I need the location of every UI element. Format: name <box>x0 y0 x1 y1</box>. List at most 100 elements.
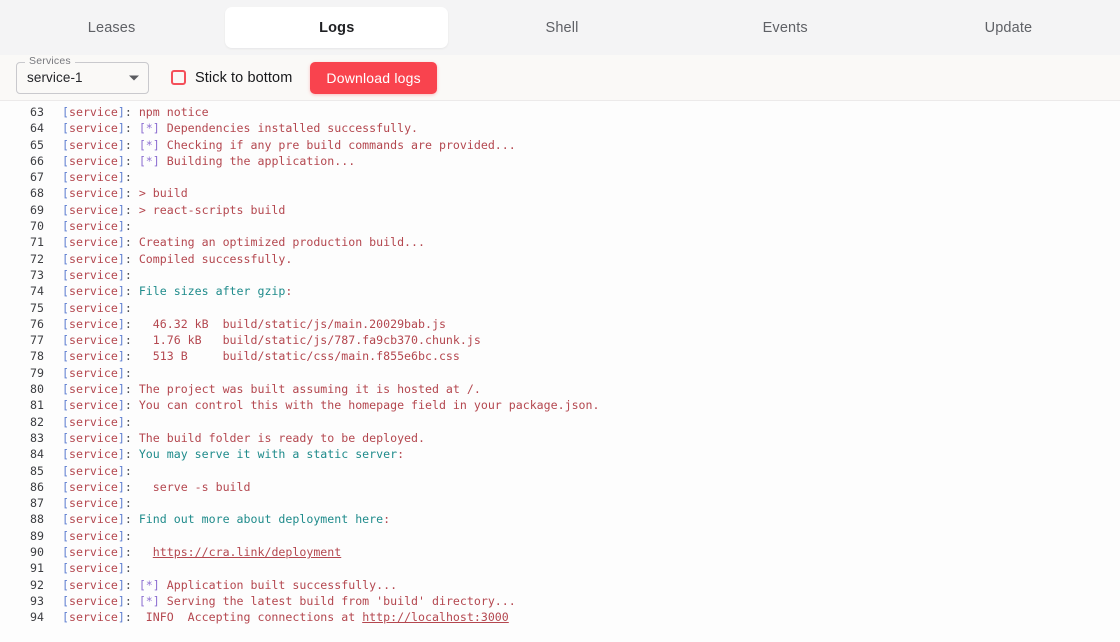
log-line-number: 82 <box>0 415 62 429</box>
log-line-number: 67 <box>0 170 62 184</box>
log-line-number: 90 <box>0 545 62 559</box>
logs-toolbar: Services service-1 Stick to bottom Downl… <box>0 55 1120 100</box>
log-line-content: [service]: 513 B build/static/css/main.f… <box>62 349 460 363</box>
log-line-number: 79 <box>0 366 62 380</box>
log-line-number: 86 <box>0 480 62 494</box>
log-line-number: 65 <box>0 138 62 152</box>
log-line-content: [service]: > build <box>62 186 188 200</box>
log-line-number: 84 <box>0 447 62 461</box>
log-line-content: [service]: Compiled successfully. <box>62 252 292 266</box>
log-line-number: 94 <box>0 610 62 624</box>
log-line-number: 71 <box>0 235 62 249</box>
log-line-number: 63 <box>0 105 62 119</box>
log-line-number: 87 <box>0 496 62 510</box>
log-line-number: 88 <box>0 512 62 526</box>
log-line: 63[service]: npm notice <box>0 105 1120 121</box>
log-line-content: [service]: <box>62 561 132 575</box>
log-line-content: [service]: <box>62 170 132 184</box>
log-line-content: [service]: [*] Serving the latest build … <box>62 594 516 608</box>
log-line-number: 66 <box>0 154 62 168</box>
log-line-content: [service]: [*] Dependencies installed su… <box>62 121 418 135</box>
log-line-number: 93 <box>0 594 62 608</box>
log-line-number: 73 <box>0 268 62 282</box>
log-line-number: 75 <box>0 301 62 315</box>
log-line: 89[service]: <box>0 529 1120 545</box>
log-line-content: [service]: <box>62 529 132 543</box>
log-line: 88[service]: Find out more about deploym… <box>0 512 1120 528</box>
log-line: 79[service]: <box>0 366 1120 382</box>
log-line-content: [service]: Creating an optimized product… <box>62 235 425 249</box>
log-line-content: [service]: serve -s build <box>62 480 251 494</box>
log-line: 86[service]: serve -s build <box>0 480 1120 496</box>
log-line-number: 64 <box>0 121 62 135</box>
log-line-content: [service]: <box>62 415 132 429</box>
log-line-number: 77 <box>0 333 62 347</box>
log-line-content: [service]: File sizes after gzip: <box>62 284 292 298</box>
log-line-number: 89 <box>0 529 62 543</box>
log-line: 78[service]: 513 B build/static/css/main… <box>0 349 1120 365</box>
log-line: 68[service]: > build <box>0 186 1120 202</box>
log-line: 75[service]: <box>0 301 1120 317</box>
log-line-number: 72 <box>0 252 62 266</box>
log-line-number: 68 <box>0 186 62 200</box>
log-line-content: [service]: <box>62 268 132 282</box>
log-line: 71[service]: Creating an optimized produ… <box>0 235 1120 251</box>
log-line-content: [service]: <box>62 496 132 510</box>
log-line: 76[service]: 46.32 kB build/static/js/ma… <box>0 317 1120 333</box>
log-link[interactable]: http://localhost:3000 <box>362 610 509 624</box>
log-line: 67[service]: <box>0 170 1120 186</box>
log-line-content: [service]: <box>62 464 132 478</box>
log-line: 84[service]: You may serve it with a sta… <box>0 447 1120 463</box>
log-line: 64[service]: [*] Dependencies installed … <box>0 121 1120 137</box>
tab-leases[interactable]: Leases <box>0 7 223 48</box>
log-line-number: 83 <box>0 431 62 445</box>
stick-to-bottom-label: Stick to bottom <box>195 70 292 86</box>
download-logs-button[interactable]: Download logs <box>310 62 436 94</box>
tab-events[interactable]: Events <box>674 7 897 48</box>
log-line: 80[service]: The project was built assum… <box>0 382 1120 398</box>
log-line-content: [service]: [*] Application built success… <box>62 578 397 592</box>
log-line-content: [service]: [*] Checking if any pre build… <box>62 138 516 152</box>
log-link[interactable]: https://cra.link/deployment <box>153 545 341 559</box>
services-select[interactable]: Services service-1 <box>16 62 149 94</box>
stick-to-bottom-checkbox[interactable] <box>171 70 186 85</box>
log-line: 66[service]: [*] Building the applicatio… <box>0 154 1120 170</box>
log-line-number: 70 <box>0 219 62 233</box>
log-line-content: [service]: [*] Building the application.… <box>62 154 355 168</box>
log-line: 72[service]: Compiled successfully. <box>0 252 1120 268</box>
tab-update[interactable]: Update <box>897 7 1120 48</box>
log-line-number: 81 <box>0 398 62 412</box>
tab-shell[interactable]: Shell <box>450 7 673 48</box>
log-line: 65[service]: [*] Checking if any pre bui… <box>0 138 1120 154</box>
log-line-number: 78 <box>0 349 62 363</box>
log-line: 83[service]: The build folder is ready t… <box>0 431 1120 447</box>
log-line: 70[service]: <box>0 219 1120 235</box>
log-line-number: 85 <box>0 464 62 478</box>
log-line: 81[service]: You can control this with t… <box>0 398 1120 414</box>
log-line: 77[service]: 1.76 kB build/static/js/787… <box>0 333 1120 349</box>
log-line: 69[service]: > react-scripts build <box>0 203 1120 219</box>
tab-logs[interactable]: Logs <box>225 7 448 48</box>
log-line-content: [service]: <box>62 366 132 380</box>
log-line: 85[service]: <box>0 464 1120 480</box>
log-output[interactable]: 63[service]: npm notice64[service]: [*] … <box>0 100 1120 642</box>
log-line: 74[service]: File sizes after gzip: <box>0 284 1120 300</box>
log-line-content: [service]: 46.32 kB build/static/js/main… <box>62 317 446 331</box>
log-line: 73[service]: <box>0 268 1120 284</box>
log-line: 91[service]: <box>0 561 1120 577</box>
log-line-number: 92 <box>0 578 62 592</box>
log-line-number: 91 <box>0 561 62 575</box>
log-line: 94[service]: INFO Accepting connections … <box>0 610 1120 626</box>
log-line-content: [service]: <box>62 219 132 233</box>
log-line: 92[service]: [*] Application built succe… <box>0 578 1120 594</box>
log-line: 93[service]: [*] Serving the latest buil… <box>0 594 1120 610</box>
stick-to-bottom-toggle[interactable]: Stick to bottom <box>171 70 292 86</box>
log-line-content: [service]: npm notice <box>62 105 209 119</box>
log-line-content: [service]: You may serve it with a stati… <box>62 447 404 461</box>
log-line-content: [service]: https://cra.link/deployment <box>62 545 341 559</box>
services-select-box[interactable] <box>16 62 149 94</box>
log-line-number: 76 <box>0 317 62 331</box>
log-line-content: [service]: INFO Accepting connections at… <box>62 610 509 624</box>
log-line-number: 80 <box>0 382 62 396</box>
log-line: 90[service]: https://cra.link/deployment <box>0 545 1120 561</box>
